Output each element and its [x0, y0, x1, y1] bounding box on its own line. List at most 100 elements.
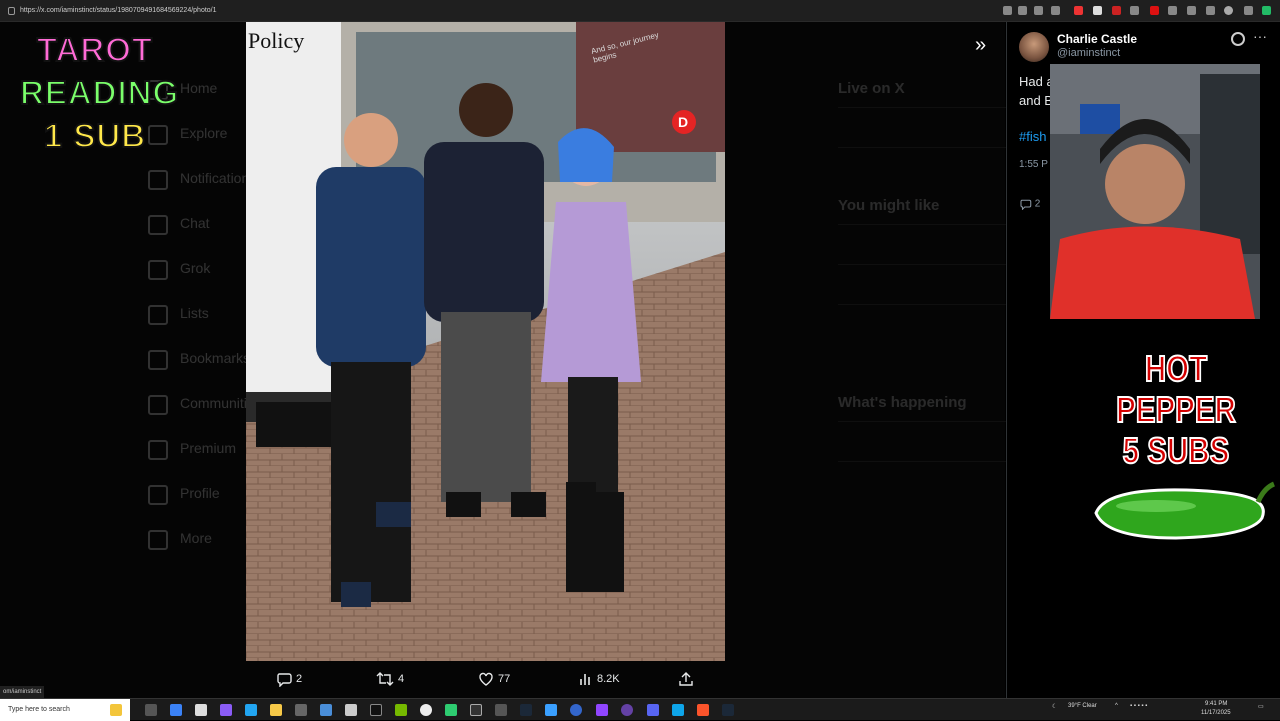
- hot-pepper-overlay: HOT PEPPER 5 SUBS: [1096, 347, 1256, 472]
- badge-letter: D: [678, 114, 689, 130]
- reply-icon: [277, 673, 292, 687]
- task-view-icon[interactable]: [145, 704, 157, 716]
- extension-shield-icon[interactable]: [1112, 6, 1121, 15]
- steam-icon[interactable]: [722, 704, 734, 716]
- chrome-icon[interactable]: [570, 704, 582, 716]
- app-icon[interactable]: [195, 704, 207, 716]
- view-count: 8.2K: [597, 673, 620, 685]
- favorite-icon[interactable]: [1051, 6, 1060, 15]
- repost-button[interactable]: 4: [376, 666, 404, 692]
- copilot-taskbar-icon[interactable]: [170, 704, 182, 716]
- menu-dots-icon[interactable]: [1244, 6, 1253, 15]
- tweet-text: Had a and B: [1019, 72, 1054, 110]
- app-icon[interactable]: [445, 704, 457, 716]
- share-icon: [679, 672, 693, 686]
- read-aloud-icon[interactable]: [1034, 6, 1043, 15]
- extension-icon[interactable]: [1003, 6, 1012, 15]
- app-icon[interactable]: [420, 704, 432, 716]
- notification-icon[interactable]: ▭: [1258, 703, 1264, 710]
- tray-chevron-icon[interactable]: ^: [1115, 703, 1118, 709]
- live-row: [838, 147, 1006, 187]
- reply-icon: [1020, 199, 1032, 211]
- background-right-column: Live on X You might like What's happenin…: [838, 22, 1006, 662]
- hashtag-link[interactable]: #fish: [1019, 129, 1046, 144]
- sidebar-reply[interactable]: 2: [1019, 198, 1041, 211]
- steam-icon[interactable]: [520, 704, 532, 716]
- profile-avatar-icon[interactable]: [1224, 6, 1233, 15]
- webcam-overlay: [1050, 64, 1260, 319]
- brave-icon[interactable]: [697, 704, 709, 716]
- sidebar-reply-count: 2: [1034, 198, 1041, 210]
- reply-button[interactable]: 2: [276, 666, 302, 692]
- file-explorer-icon[interactable]: [270, 704, 282, 716]
- post-action-bar: 2 4 77 8.2K: [246, 666, 725, 692]
- like-button[interactable]: 77: [478, 666, 510, 692]
- more-options-icon[interactable]: ···: [1253, 28, 1267, 44]
- post-timestamp[interactable]: 1:55 P: [1019, 159, 1048, 170]
- app-icon[interactable]: [621, 704, 633, 716]
- weather-text[interactable]: 39°F Clear: [1068, 703, 1097, 709]
- sign-title: Policy: [248, 28, 305, 53]
- zoom-icon[interactable]: [1018, 6, 1027, 15]
- app-icon[interactable]: [370, 704, 382, 716]
- whats-happening-heading: What's happening: [838, 394, 967, 411]
- tray-icons[interactable]: ▪ ▪ ▪ ▪ ▪: [1130, 703, 1147, 709]
- nav-lists: Lists: [140, 291, 250, 336]
- lock-icon: [8, 7, 15, 15]
- reply-count: 2: [296, 673, 303, 685]
- app-icon[interactable]: [295, 704, 307, 716]
- extension-box-icon[interactable]: [1130, 6, 1139, 15]
- extension-stop-icon[interactable]: [1150, 6, 1159, 15]
- tarot-overlay: TAROT READING 1 SUB: [19, 28, 179, 157]
- trend-row: [838, 461, 1006, 501]
- weather-icon[interactable]: ☾: [1052, 703, 1057, 710]
- repost-count: 4: [398, 673, 405, 685]
- repost-icon: [376, 672, 394, 686]
- favorites-icon[interactable]: [1206, 6, 1215, 15]
- app-icon[interactable]: [545, 704, 557, 716]
- app-icon[interactable]: [345, 704, 357, 716]
- tweet-line-1: Had a: [1019, 74, 1054, 89]
- extension-diamond-icon[interactable]: [1093, 6, 1102, 15]
- suggestion-row: [838, 304, 1006, 344]
- clock-date[interactable]: 11/17/2025: [1201, 710, 1231, 716]
- hot-line-1: HOT: [1144, 347, 1208, 390]
- url-text[interactable]: https://x.com/iaminstinct/status/1980709…: [20, 7, 217, 14]
- post-photo[interactable]: Policy And so, our journey begins D: [246, 22, 725, 661]
- nav-notifications: Notifications: [140, 156, 256, 201]
- search-highlight-icon: [110, 704, 122, 716]
- share-button[interactable]: [678, 666, 698, 692]
- nav-more: More: [140, 516, 250, 561]
- split-screen-icon[interactable]: [1187, 6, 1196, 15]
- jalapeno-pepper-icon: [1094, 481, 1276, 540]
- nav-bookmarks: Bookmarks: [140, 336, 250, 381]
- views-button[interactable]: 8.2K: [579, 666, 620, 692]
- twitch-icon[interactable]: [596, 704, 608, 716]
- author-handle[interactable]: @iaminstinct: [1057, 47, 1120, 59]
- browser-address-bar[interactable]: https://x.com/iaminstinct/status/1980709…: [0, 0, 1280, 22]
- suggestion-row: [838, 224, 1006, 264]
- discord-icon[interactable]: [647, 704, 659, 716]
- grok-icon[interactable]: [1231, 32, 1245, 46]
- trend-row: [838, 421, 1006, 461]
- heart-icon: [479, 672, 493, 686]
- author-name[interactable]: Charlie Castle: [1057, 32, 1137, 46]
- views-chart-icon: [580, 674, 590, 685]
- app-icon[interactable]: [320, 704, 332, 716]
- tweet-line-2: and B: [1019, 93, 1053, 108]
- copilot-icon[interactable]: [1262, 6, 1271, 15]
- clock-time[interactable]: 9:41 PM: [1205, 701, 1227, 707]
- edge-icon[interactable]: [245, 704, 257, 716]
- extensions-puzzle-icon[interactable]: [1168, 6, 1177, 15]
- nav-premium: Premium: [140, 426, 250, 471]
- app-icon[interactable]: [672, 704, 684, 716]
- suggestion-row: [838, 264, 1006, 304]
- app-icon[interactable]: [470, 704, 482, 716]
- avatar[interactable]: [1019, 32, 1049, 62]
- app-icon[interactable]: [220, 704, 232, 716]
- expand-sidebar-icon[interactable]: »: [975, 35, 995, 55]
- extension-red-icon[interactable]: [1074, 6, 1083, 15]
- nvidia-icon[interactable]: [395, 704, 407, 716]
- app-icon[interactable]: [495, 704, 507, 716]
- tarot-line-3: 1 SUB: [43, 116, 147, 155]
